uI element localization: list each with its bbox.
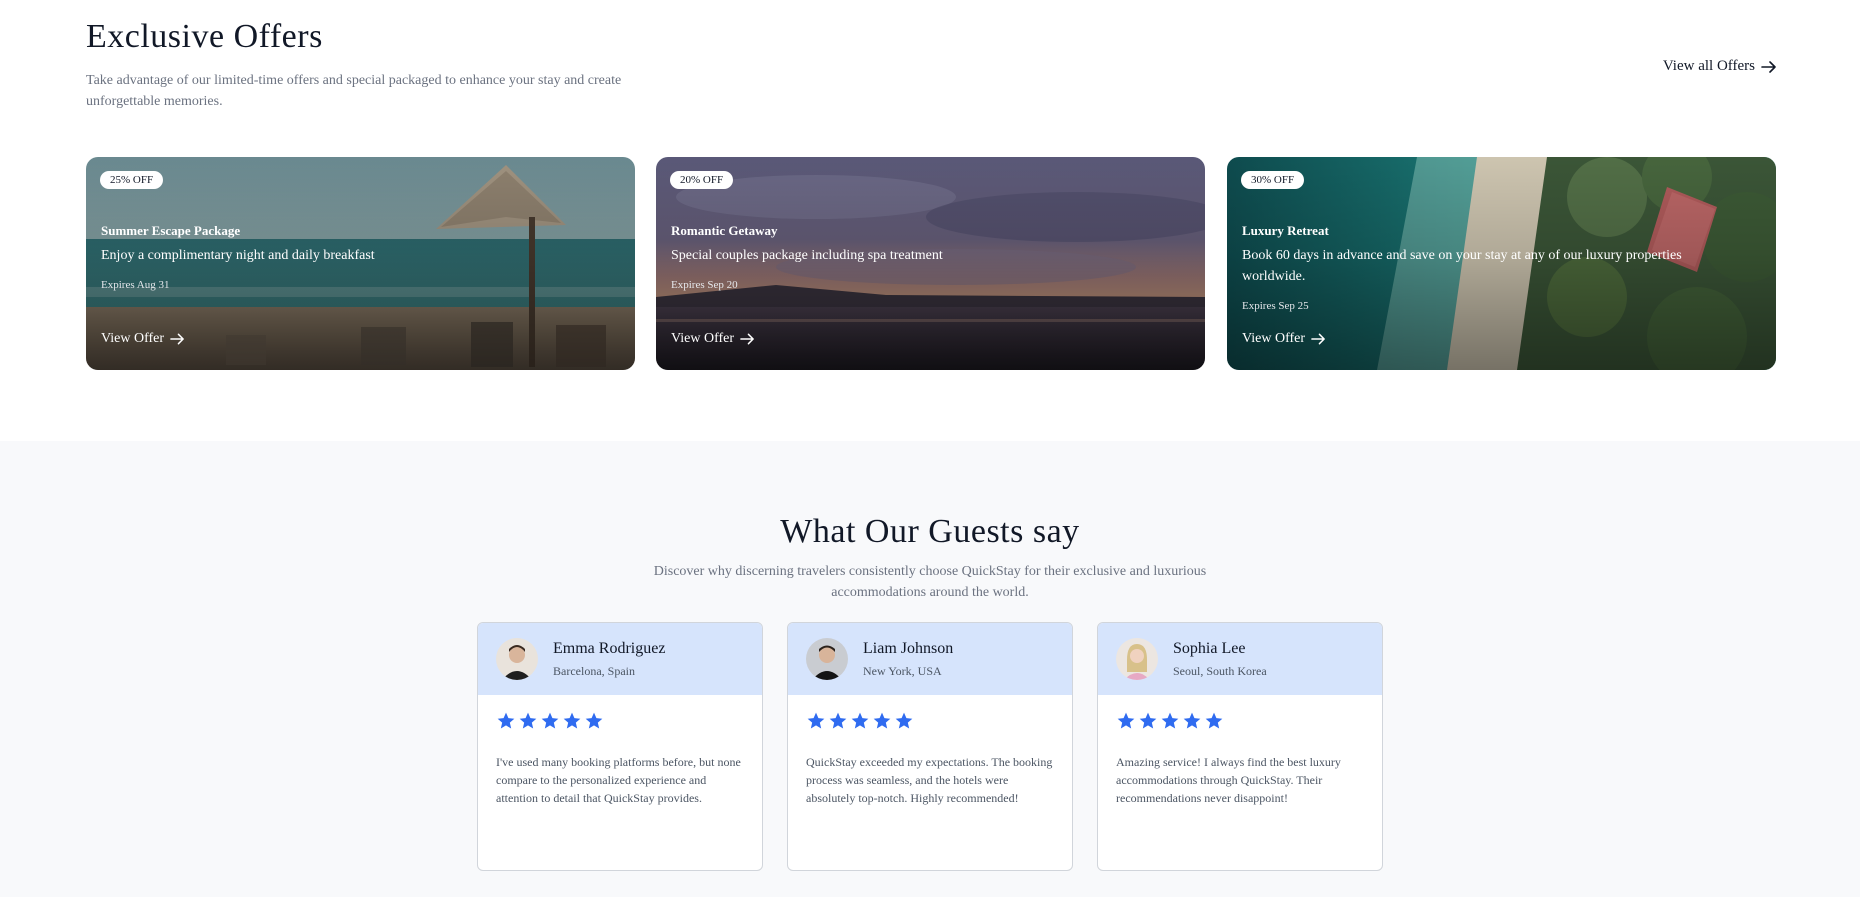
star-icon: [873, 712, 891, 729]
offer-description: Book 60 days in advance and save on your…: [1242, 248, 1682, 284]
star-icon: [1183, 712, 1201, 729]
star-icon: [829, 712, 847, 729]
reviewer-name: Sophia Lee: [1173, 640, 1246, 657]
avatar: [806, 638, 848, 680]
offer-description: Special couples package including spa tr…: [671, 248, 943, 263]
reviewer-name: Emma Rodriguez: [553, 640, 666, 657]
view-offer-label: View Offer: [101, 331, 165, 346]
star-icon: [895, 712, 913, 729]
review-card: Sophia Lee Seoul, South Korea Amazing se…: [1097, 622, 1383, 871]
arrow-right-icon: [170, 333, 184, 345]
avatar: [1116, 638, 1158, 680]
star-rating: [496, 711, 604, 731]
view-offer-button[interactable]: View Offer: [1242, 331, 1326, 347]
reviewer-location: Barcelona, Spain: [553, 664, 635, 678]
reviewer-location: Seoul, South Korea: [1173, 664, 1267, 678]
star-icon: [585, 712, 603, 729]
arrow-right-icon: [1761, 60, 1776, 73]
review-header: Liam Johnson New York, USA: [788, 623, 1072, 695]
reviewer-name: Liam Johnson: [863, 640, 954, 657]
star-icon: [519, 712, 537, 729]
arrow-right-icon: [740, 333, 754, 345]
star-rating: [1116, 711, 1224, 731]
review-card: Emma Rodriguez Barcelona, Spain I've use…: [477, 622, 763, 871]
review-text: Amazing service! I always find the best …: [1116, 755, 1341, 805]
offer-expiry: Expires Sep 25: [1242, 300, 1309, 312]
avatar: [496, 638, 538, 680]
view-offer-button[interactable]: View Offer: [671, 331, 755, 347]
star-icon: [1117, 712, 1135, 729]
view-all-offers-label: View all Offers: [1662, 58, 1755, 74]
offer-description: Enjoy a complimentary night and daily br…: [101, 248, 375, 263]
discount-badge: 20% OFF: [670, 171, 734, 189]
view-offer-label: View Offer: [1242, 331, 1306, 346]
offer-expiry: Expires Sep 20: [671, 279, 738, 291]
exclusive-offers-section: Exclusive Offers Take advantage of our l…: [0, 0, 1860, 441]
testimonials-section: What Our Guests say Discover why discern…: [0, 441, 1860, 897]
offer-card-summer-escape[interactable]: 25% OFF Summer Escape Package Enjoy a co…: [86, 157, 635, 370]
arrow-right-icon: [1311, 333, 1325, 345]
view-all-offers-link[interactable]: View all Offers: [1663, 58, 1777, 75]
star-icon: [563, 712, 581, 729]
star-icon: [1205, 712, 1223, 729]
offer-name: Summer Escape Package: [101, 223, 241, 238]
review-text: I've used many booking platforms before,…: [496, 755, 741, 805]
discount-badge: 25% OFF: [100, 171, 164, 189]
offer-card-luxury-retreat[interactable]: 30% OFF Luxury Retreat Book 60 days in a…: [1227, 157, 1776, 370]
review-card: Liam Johnson New York, USA QuickStay exc…: [787, 622, 1073, 871]
view-offer-button[interactable]: View Offer: [101, 331, 185, 347]
offers-title: Exclusive Offers: [86, 18, 323, 55]
offer-name: Luxury Retreat: [1242, 223, 1329, 238]
star-rating: [806, 711, 914, 731]
testimonials-subtitle: Discover why discerning travelers consis…: [653, 564, 1207, 600]
star-icon: [497, 712, 515, 729]
offers-subtitle: Take advantage of our limited-time offer…: [86, 73, 622, 109]
offer-card-romantic-getaway[interactable]: 20% OFF Romantic Getaway Special couples…: [656, 157, 1205, 370]
star-icon: [807, 712, 825, 729]
reviewer-location: New York, USA: [863, 664, 942, 678]
star-icon: [541, 712, 559, 729]
discount-badge: 30% OFF: [1241, 171, 1305, 189]
offer-expiry: Expires Aug 31: [101, 279, 170, 291]
review-header: Emma Rodriguez Barcelona, Spain: [478, 623, 762, 695]
review-text: QuickStay exceeded my expectations. The …: [806, 755, 1053, 805]
offer-cards: 25% OFF Summer Escape Package Enjoy a co…: [86, 157, 1776, 370]
star-icon: [851, 712, 869, 729]
view-offer-label: View Offer: [671, 331, 735, 346]
star-icon: [1161, 712, 1179, 729]
offer-name: Romantic Getaway: [671, 223, 778, 238]
star-icon: [1139, 712, 1157, 729]
testimonials-title: What Our Guests say: [780, 513, 1080, 550]
review-header: Sophia Lee Seoul, South Korea: [1098, 623, 1382, 695]
